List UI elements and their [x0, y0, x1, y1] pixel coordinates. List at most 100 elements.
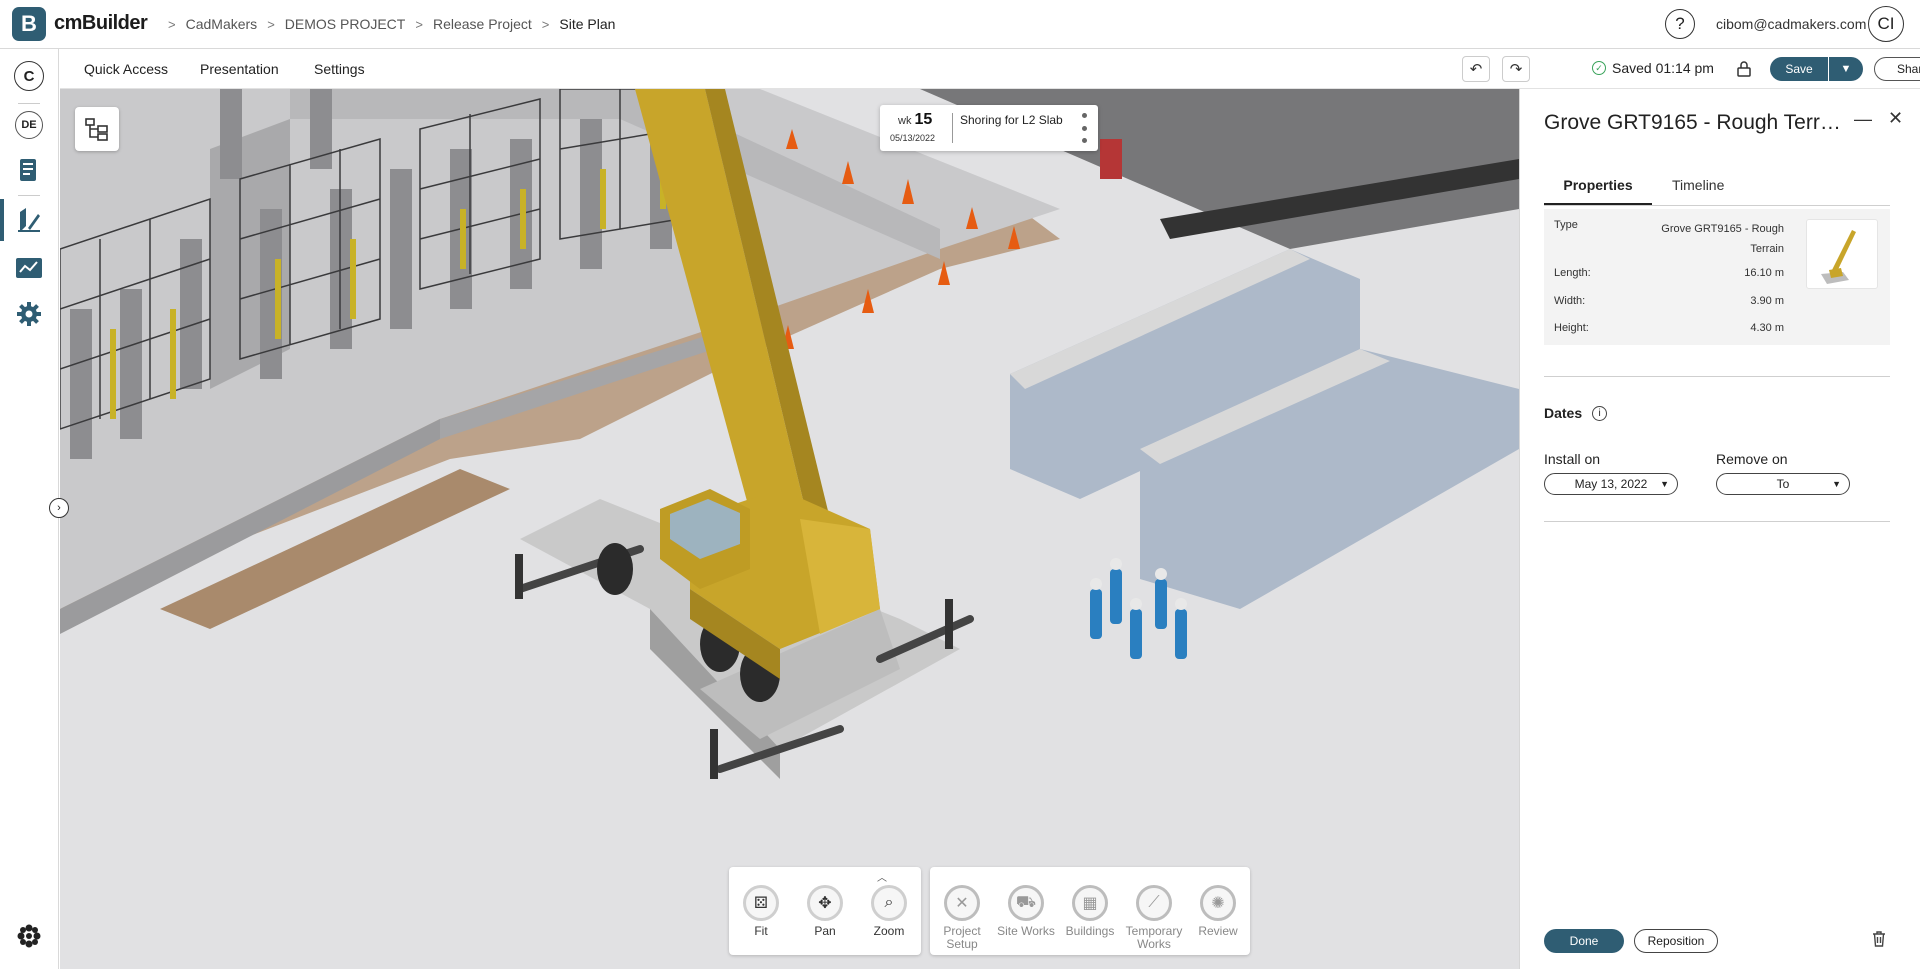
share-button[interactable]: Share — [1874, 57, 1920, 81]
site-plan-icon[interactable] — [14, 205, 44, 235]
crane-icon: ⟋ — [1136, 885, 1172, 921]
fit-icon: ⚄ — [743, 885, 779, 921]
save-options-button[interactable]: ▼ — [1829, 57, 1863, 81]
caret-down-icon: ▼ — [1832, 479, 1841, 489]
tool-temporary-works[interactable]: ⟋ Temporary Works — [1124, 885, 1184, 951]
tool-project-setup[interactable]: ✕ Project Setup — [932, 885, 992, 951]
done-button[interactable]: Done — [1544, 929, 1624, 953]
save-button[interactable]: Save — [1770, 57, 1828, 81]
tool-project-setup-label: Project Setup — [943, 924, 981, 951]
breadcrumb-release[interactable]: Release Project — [433, 16, 532, 32]
week-indicator: wk 15 — [898, 111, 932, 129]
save-status: ✓ Saved 01:14 pm — [1592, 60, 1714, 76]
undo-icon: ↶ — [1469, 61, 1483, 78]
info-icon[interactable]: i — [1592, 405, 1608, 421]
presentation-icon[interactable] — [14, 253, 44, 283]
height-value: 4.30 m — [1750, 322, 1784, 334]
menu-quick-access[interactable]: Quick Access — [84, 61, 168, 77]
width-value: 3.90 m — [1750, 295, 1784, 307]
height-label: Height: — [1554, 322, 1589, 334]
section-divider — [1544, 376, 1890, 377]
tab-timeline[interactable]: Timeline — [1672, 175, 1724, 205]
hierarchy-icon — [85, 118, 108, 141]
menu-settings[interactable]: Settings — [314, 61, 365, 77]
task-divider — [952, 113, 953, 143]
site-scene[interactable] — [60, 89, 1519, 969]
install-on-select[interactable]: May 13, 2022 ▼ — [1544, 473, 1678, 495]
install-on-label: Install on — [1544, 451, 1601, 467]
avatar[interactable]: CI — [1868, 6, 1904, 42]
excavator-icon: ⛟ — [1008, 885, 1044, 921]
week-label: wk — [898, 115, 912, 127]
tool-buildings-label: Buildings — [1065, 924, 1115, 938]
reposition-button[interactable]: Reposition — [1634, 929, 1718, 953]
minimize-icon[interactable]: — — [1854, 109, 1872, 130]
3d-viewport[interactable]: wk 15 05/13/2022 Shoring for L2 Slab ︿ ⚄ … — [60, 89, 1519, 969]
panel-title: Grove GRT9165 - Rough Terrain — [1544, 111, 1844, 134]
tool-review-label: Review — [1198, 924, 1238, 938]
tool-pan-label: Pan — [814, 924, 836, 938]
tools-icon: ✕ — [944, 885, 980, 921]
properties-panel: Grove GRT9165 - Rough Terrain — ✕ Proper… — [1519, 89, 1920, 969]
app-logo-icon[interactable]: B — [12, 7, 46, 41]
tool-zoom-label: Zoom — [873, 924, 905, 938]
check-circle-icon: ✓ — [1592, 61, 1606, 75]
week-number: 15 — [914, 111, 933, 128]
user-badge[interactable]: DE — [15, 111, 43, 139]
company-badge[interactable]: C — [14, 61, 44, 91]
lock-button[interactable] — [1734, 58, 1754, 80]
tool-fit[interactable]: ⚄ Fit — [731, 885, 791, 938]
tool-pan[interactable]: ✥ Pan — [795, 885, 855, 938]
chevron-down-icon: ▼ — [1840, 63, 1852, 75]
redo-icon: ↷ — [1509, 61, 1523, 78]
top-bar: B cmBuilder > CadMakers > DEMOS PROJECT … — [0, 0, 1920, 49]
remove-on-select[interactable]: To ▼ — [1716, 473, 1850, 495]
schedule-icon[interactable] — [14, 155, 44, 185]
tool-fit-label: Fit — [754, 924, 768, 938]
width-label: Width: — [1554, 295, 1586, 307]
user-email[interactable]: cibom@cadmakers.com — [1716, 16, 1866, 32]
task-date: 05/13/2022 — [890, 133, 936, 143]
type-value: Grove GRT9165 - Rough Terrain — [1661, 223, 1784, 255]
panel-tabs: Properties Timeline — [1544, 175, 1890, 205]
breadcrumb-project[interactable]: DEMOS PROJECT — [285, 16, 406, 32]
install-on-value: May 13, 2022 — [1574, 477, 1648, 491]
redo-button[interactable]: ↷ — [1502, 56, 1530, 82]
active-indicator — [0, 199, 4, 241]
more-vertical-icon[interactable] — [1080, 113, 1088, 143]
properties-box: Type Grove GRT9165 - Rough Terrain Lengt… — [1544, 209, 1890, 345]
tool-buildings[interactable]: ▦ Buildings — [1060, 885, 1120, 938]
undo-button[interactable]: ↶ — [1462, 56, 1490, 82]
apps-grid-icon[interactable] — [14, 921, 44, 951]
breadcrumb-company[interactable]: CadMakers — [186, 16, 258, 32]
zoom-icon: ⌕ — [871, 885, 907, 921]
dates-label: Dates — [1544, 405, 1583, 421]
close-icon[interactable]: ✕ — [1888, 108, 1903, 129]
tabs-underline — [1544, 205, 1890, 206]
remove-on-value: To — [1776, 477, 1790, 491]
task-card[interactable]: wk 15 05/13/2022 Shoring for L2 Slab — [880, 105, 1098, 151]
model-tree-button[interactable] — [75, 107, 119, 151]
dates-heading: Dates i — [1544, 405, 1608, 421]
pan-icon: ✥ — [807, 885, 843, 921]
breadcrumb-current: Site Plan — [559, 16, 616, 32]
tool-site-works[interactable]: ⛟ Site Works — [996, 885, 1056, 938]
chevron-right-icon: > — [415, 16, 423, 32]
menu-presentation[interactable]: Presentation — [200, 61, 279, 77]
tool-temporary-works-label: Temporary Works — [1125, 924, 1183, 951]
tool-review[interactable]: ✺ Review — [1188, 885, 1248, 938]
chevron-right-icon: > — [168, 16, 176, 32]
tab-properties[interactable]: Properties — [1544, 175, 1652, 205]
expand-rail-button[interactable]: › — [49, 498, 69, 518]
gear-icon[interactable] — [14, 299, 44, 329]
rail-divider — [18, 103, 40, 104]
section-divider — [1544, 521, 1890, 522]
tool-site-works-label: Site Works — [997, 924, 1055, 938]
trash-icon[interactable] — [1872, 931, 1886, 950]
chevron-right-icon: > — [267, 16, 275, 32]
help-button[interactable]: ? — [1665, 9, 1695, 39]
building-icon: ▦ — [1072, 885, 1108, 921]
tool-zoom[interactable]: ⌕ Zoom — [859, 885, 919, 938]
chevron-up-icon[interactable]: ︿ — [877, 869, 887, 884]
app-name[interactable]: cmBuilder — [54, 12, 148, 35]
